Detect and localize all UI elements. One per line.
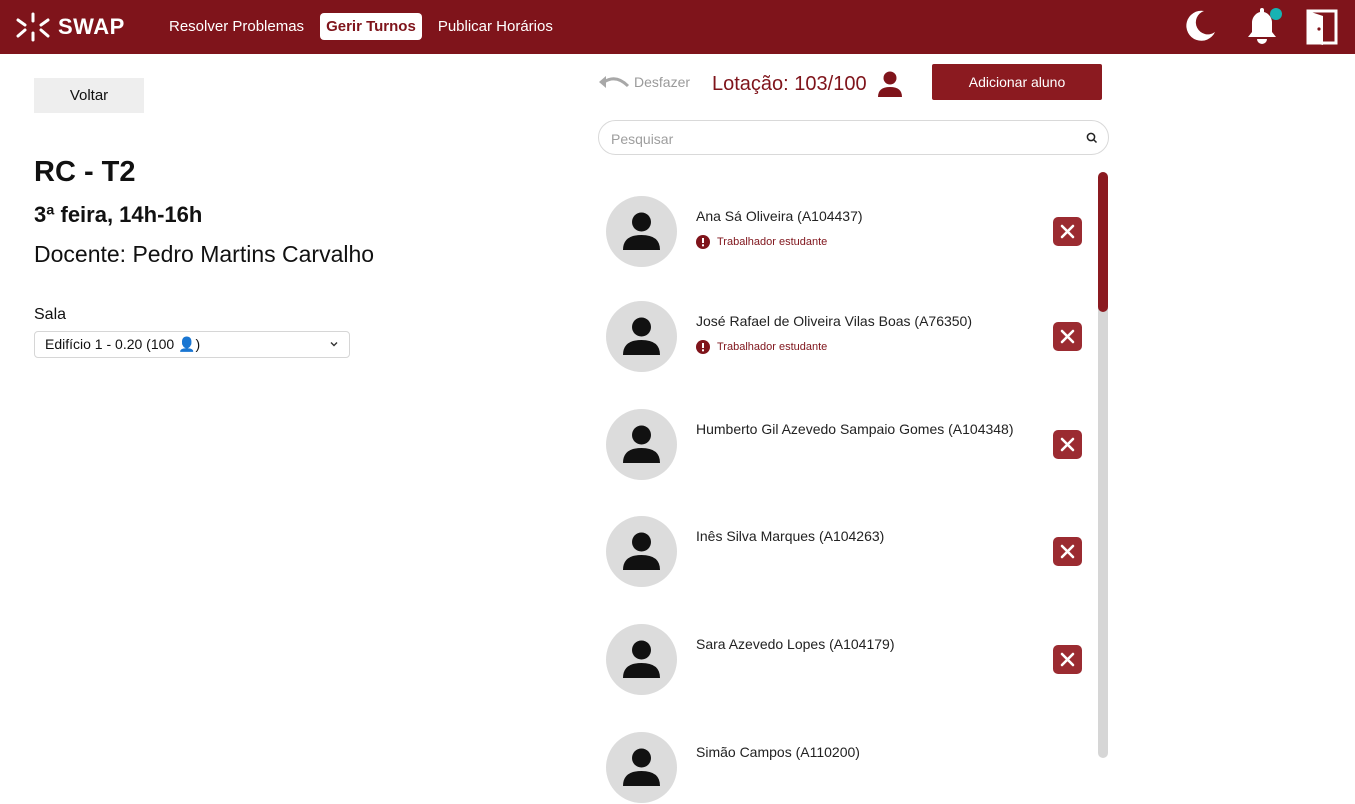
alert-icon — [696, 235, 710, 249]
undo-icon — [599, 76, 630, 88]
nav-publicar-horarios[interactable]: Publicar Horários — [432, 13, 559, 40]
student-status-badge: Trabalhador estudante — [696, 235, 827, 249]
room-selected-value: Edifício 1 - 0.20 (100 👤) — [45, 336, 201, 352]
capacity-indicator: Lotação: 103/100 — [712, 70, 903, 98]
top-navigation-bar: SWAP Resolver Problemas Gerir Turnos Pub… — [0, 0, 1355, 54]
student-name: Humberto Gil Azevedo Sampaio Gomes (A104… — [696, 421, 1014, 437]
remove-student-button[interactable] — [1053, 537, 1082, 566]
avatar — [606, 516, 677, 587]
shift-title: RC - T2 — [34, 156, 136, 188]
student-row: José Rafael de Oliveira Vilas Boas (A763… — [606, 301, 1086, 373]
nav-resolver-problemas[interactable]: Resolver Problemas — [163, 13, 310, 40]
student-row: Ana Sá Oliveira (A104437) Trabalhador est… — [606, 196, 1086, 268]
close-icon — [1060, 544, 1075, 559]
add-student-button[interactable]: Adicionar aluno — [932, 64, 1102, 100]
student-row: Sara Azevedo Lopes (A104179) — [606, 624, 1086, 696]
alert-icon — [696, 340, 710, 354]
chevron-down-icon — [330, 342, 338, 347]
undo-label: Desfazer — [634, 74, 691, 90]
back-button[interactable]: Voltar — [34, 78, 144, 113]
search-input[interactable] — [609, 127, 1073, 151]
student-status-badge: Trabalhador estudante — [696, 340, 827, 354]
close-icon — [1060, 652, 1075, 667]
person-icon — [623, 212, 660, 250]
moon-icon[interactable] — [1182, 8, 1218, 44]
person-icon — [623, 317, 660, 355]
search-bar — [598, 120, 1109, 155]
student-row: Simão Campos (A110200) — [606, 732, 1086, 804]
student-name: José Rafael de Oliveira Vilas Boas (A763… — [696, 313, 973, 329]
person-icon — [623, 640, 660, 678]
badge-label: Trabalhador estudante — [717, 236, 828, 248]
student-row: Inês Silva Marques (A104263) — [606, 516, 1086, 588]
bell-icon[interactable] — [1242, 6, 1282, 46]
undo-button[interactable]: Desfazer — [598, 72, 690, 92]
room-select[interactable]: Edifício 1 - 0.20 (100 👤) — [34, 331, 350, 358]
close-icon — [1060, 224, 1075, 239]
close-icon — [1060, 329, 1075, 344]
remove-student-button[interactable] — [1053, 430, 1082, 459]
shift-teacher: Docente: Pedro Martins Carvalho — [34, 241, 375, 267]
avatar — [606, 301, 677, 372]
swap-logo-icon — [16, 12, 50, 42]
student-name: Inês Silva Marques (A104263) — [696, 528, 885, 544]
person-icon — [623, 748, 660, 786]
room-label: Sala — [34, 306, 67, 323]
search-icon[interactable] — [1086, 132, 1098, 144]
app-logo[interactable]: SWAP — [14, 8, 125, 46]
scrollbar-thumb[interactable] — [1098, 172, 1108, 312]
nav-gerir-turnos[interactable]: Gerir Turnos — [320, 13, 422, 40]
remove-student-button[interactable] — [1053, 645, 1082, 674]
student-list: Ana Sá Oliveira (A104437) Trabalhador est… — [0, 0, 1355, 803]
remove-student-button[interactable] — [1053, 217, 1082, 246]
student-row: Humberto Gil Azevedo Sampaio Gomes (A104… — [606, 409, 1086, 481]
avatar — [606, 732, 677, 803]
app-name: SWAP — [58, 14, 125, 39]
badge-label: Trabalhador estudante — [717, 341, 828, 353]
logout-icon[interactable] — [1305, 8, 1339, 46]
notification-dot — [1270, 8, 1282, 20]
remove-student-button[interactable] — [1053, 322, 1082, 351]
close-icon — [1060, 437, 1075, 452]
avatar — [606, 624, 677, 695]
person-icon — [877, 71, 902, 97]
person-icon — [623, 425, 660, 463]
capacity-text: Lotação: 103/100 — [712, 72, 867, 95]
avatar — [606, 409, 677, 480]
student-name: Sara Azevedo Lopes (A104179) — [696, 636, 895, 652]
student-name: Ana Sá Oliveira (A104437) — [696, 208, 863, 224]
person-icon — [623, 532, 660, 570]
avatar — [606, 196, 677, 267]
main-nav: Resolver Problemas Gerir Turnos Publicar… — [163, 13, 559, 40]
shift-time: 3ª feira, 14h-16h — [34, 202, 203, 227]
